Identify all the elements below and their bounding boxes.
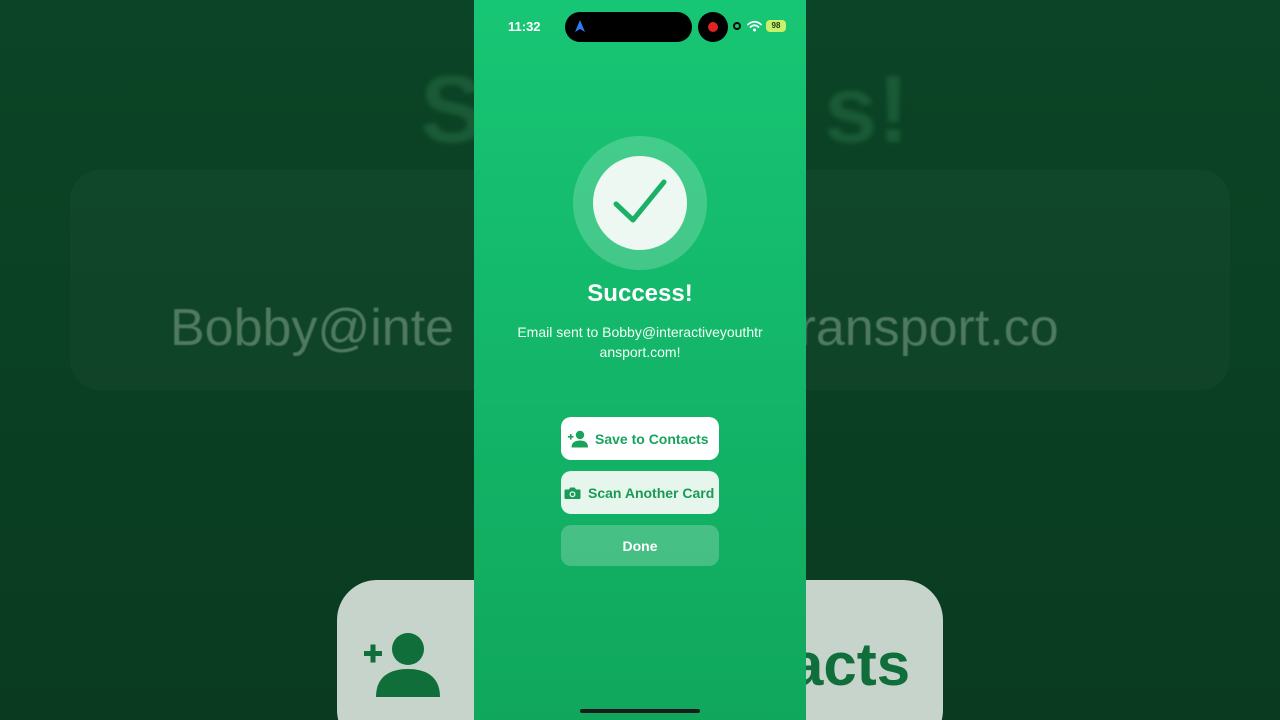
checkmark-icon (613, 179, 667, 223)
done-label: Done (622, 537, 658, 554)
camera-icon (564, 487, 581, 499)
background-add-person-icon (364, 633, 440, 697)
scan-another-card-label: Scan Another Card (588, 484, 715, 501)
phone-screen: 11:32 98 Success! Email sent to Bobby@in… (474, 0, 806, 720)
done-button[interactable]: Done (561, 525, 719, 566)
background-title-right: s! (824, 56, 910, 163)
save-to-contacts-label: Save to Contacts (595, 430, 709, 447)
background-save-text: acts (790, 631, 911, 698)
battery-icon: 98 (766, 20, 786, 32)
add-person-icon (568, 430, 588, 447)
screen-recording-indicator (698, 12, 728, 42)
navigation-arrow-icon (575, 20, 585, 32)
success-badge (573, 136, 707, 270)
save-to-contacts-button[interactable]: Save to Contacts (561, 417, 719, 460)
success-badge-inner (593, 156, 687, 250)
background-email-right: transport.co (784, 299, 1059, 357)
wifi-icon (747, 20, 762, 32)
status-bar: 11:32 98 (474, 0, 806, 54)
scan-another-card-button[interactable]: Scan Another Card (561, 471, 719, 514)
success-title: Success! (587, 280, 693, 307)
home-indicator[interactable] (580, 709, 700, 713)
background-email-left: Bobby@inte (170, 299, 455, 357)
status-time: 11:32 (508, 19, 541, 34)
camera-indicator-icon (733, 22, 741, 30)
recording-dot-icon (708, 22, 718, 32)
success-message: Email sent to Bobby@interactiveyouthtran… (517, 324, 763, 360)
dynamic-island (565, 12, 692, 42)
